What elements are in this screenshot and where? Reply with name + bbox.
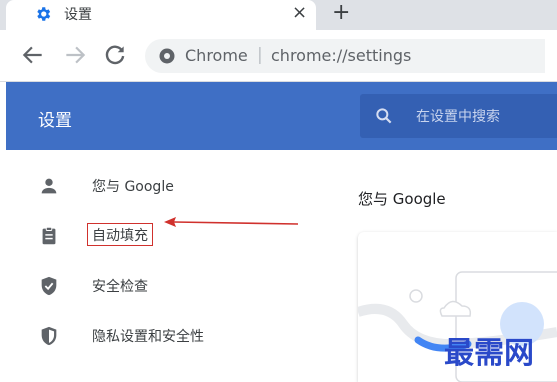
settings-tab[interactable]: 设置 ×	[6, 0, 316, 30]
settings-header: 设置 在设置中搜索	[6, 82, 557, 150]
sidebar-item-label: 您与 Google	[92, 179, 174, 195]
address-bar[interactable]: Chrome | chrome://settings	[145, 39, 545, 73]
sidebar-item-safety-check[interactable]: 安全检查	[6, 264, 326, 308]
sidebar-item-label: 安全检查	[92, 279, 148, 295]
new-tab-button[interactable]: +	[332, 0, 350, 25]
person-icon	[41, 178, 57, 194]
clipboard-icon	[42, 226, 56, 245]
omnibox-url: chrome://settings	[271, 46, 412, 65]
sidebar-item-label-highlighted: 自动填充	[87, 223, 153, 246]
section-heading: 您与 Google	[358, 190, 446, 208]
back-arrow-icon[interactable]	[20, 42, 46, 68]
search-icon	[376, 108, 392, 124]
forward-arrow-icon[interactable]	[62, 42, 88, 68]
page-title: 设置	[38, 111, 72, 131]
site-watermark: 最需网	[444, 336, 534, 371]
reload-icon[interactable]	[102, 42, 128, 68]
gear-icon	[37, 7, 51, 21]
tab-strip: 设置 × +	[0, 0, 557, 30]
browser-toolbar: Chrome | chrome://settings	[0, 30, 557, 82]
sidebar-item-you-and-google[interactable]: 您与 Google	[6, 164, 326, 208]
omnibox-separator: |	[257, 45, 263, 65]
annotation-arrow	[164, 217, 299, 227]
omnibox-site-name: Chrome	[185, 46, 248, 65]
settings-sidebar: 您与 Google 自动填充 安全检查 隐私设置和安全性	[6, 150, 326, 382]
sidebar-item-label: 隐私设置和安全性	[92, 329, 204, 345]
settings-search-input[interactable]: 在设置中搜索	[360, 94, 557, 138]
sidebar-item-privacy[interactable]: 隐私设置和安全性	[6, 314, 326, 358]
shield-half-icon	[41, 326, 57, 346]
svg-text:最需网: 最需网	[444, 336, 534, 371]
tab-title: 设置	[64, 7, 92, 23]
close-tab-icon[interactable]: ×	[292, 2, 307, 23]
search-placeholder: 在设置中搜索	[416, 109, 500, 125]
shield-check-icon	[41, 276, 57, 296]
chrome-logo-icon	[159, 48, 175, 64]
